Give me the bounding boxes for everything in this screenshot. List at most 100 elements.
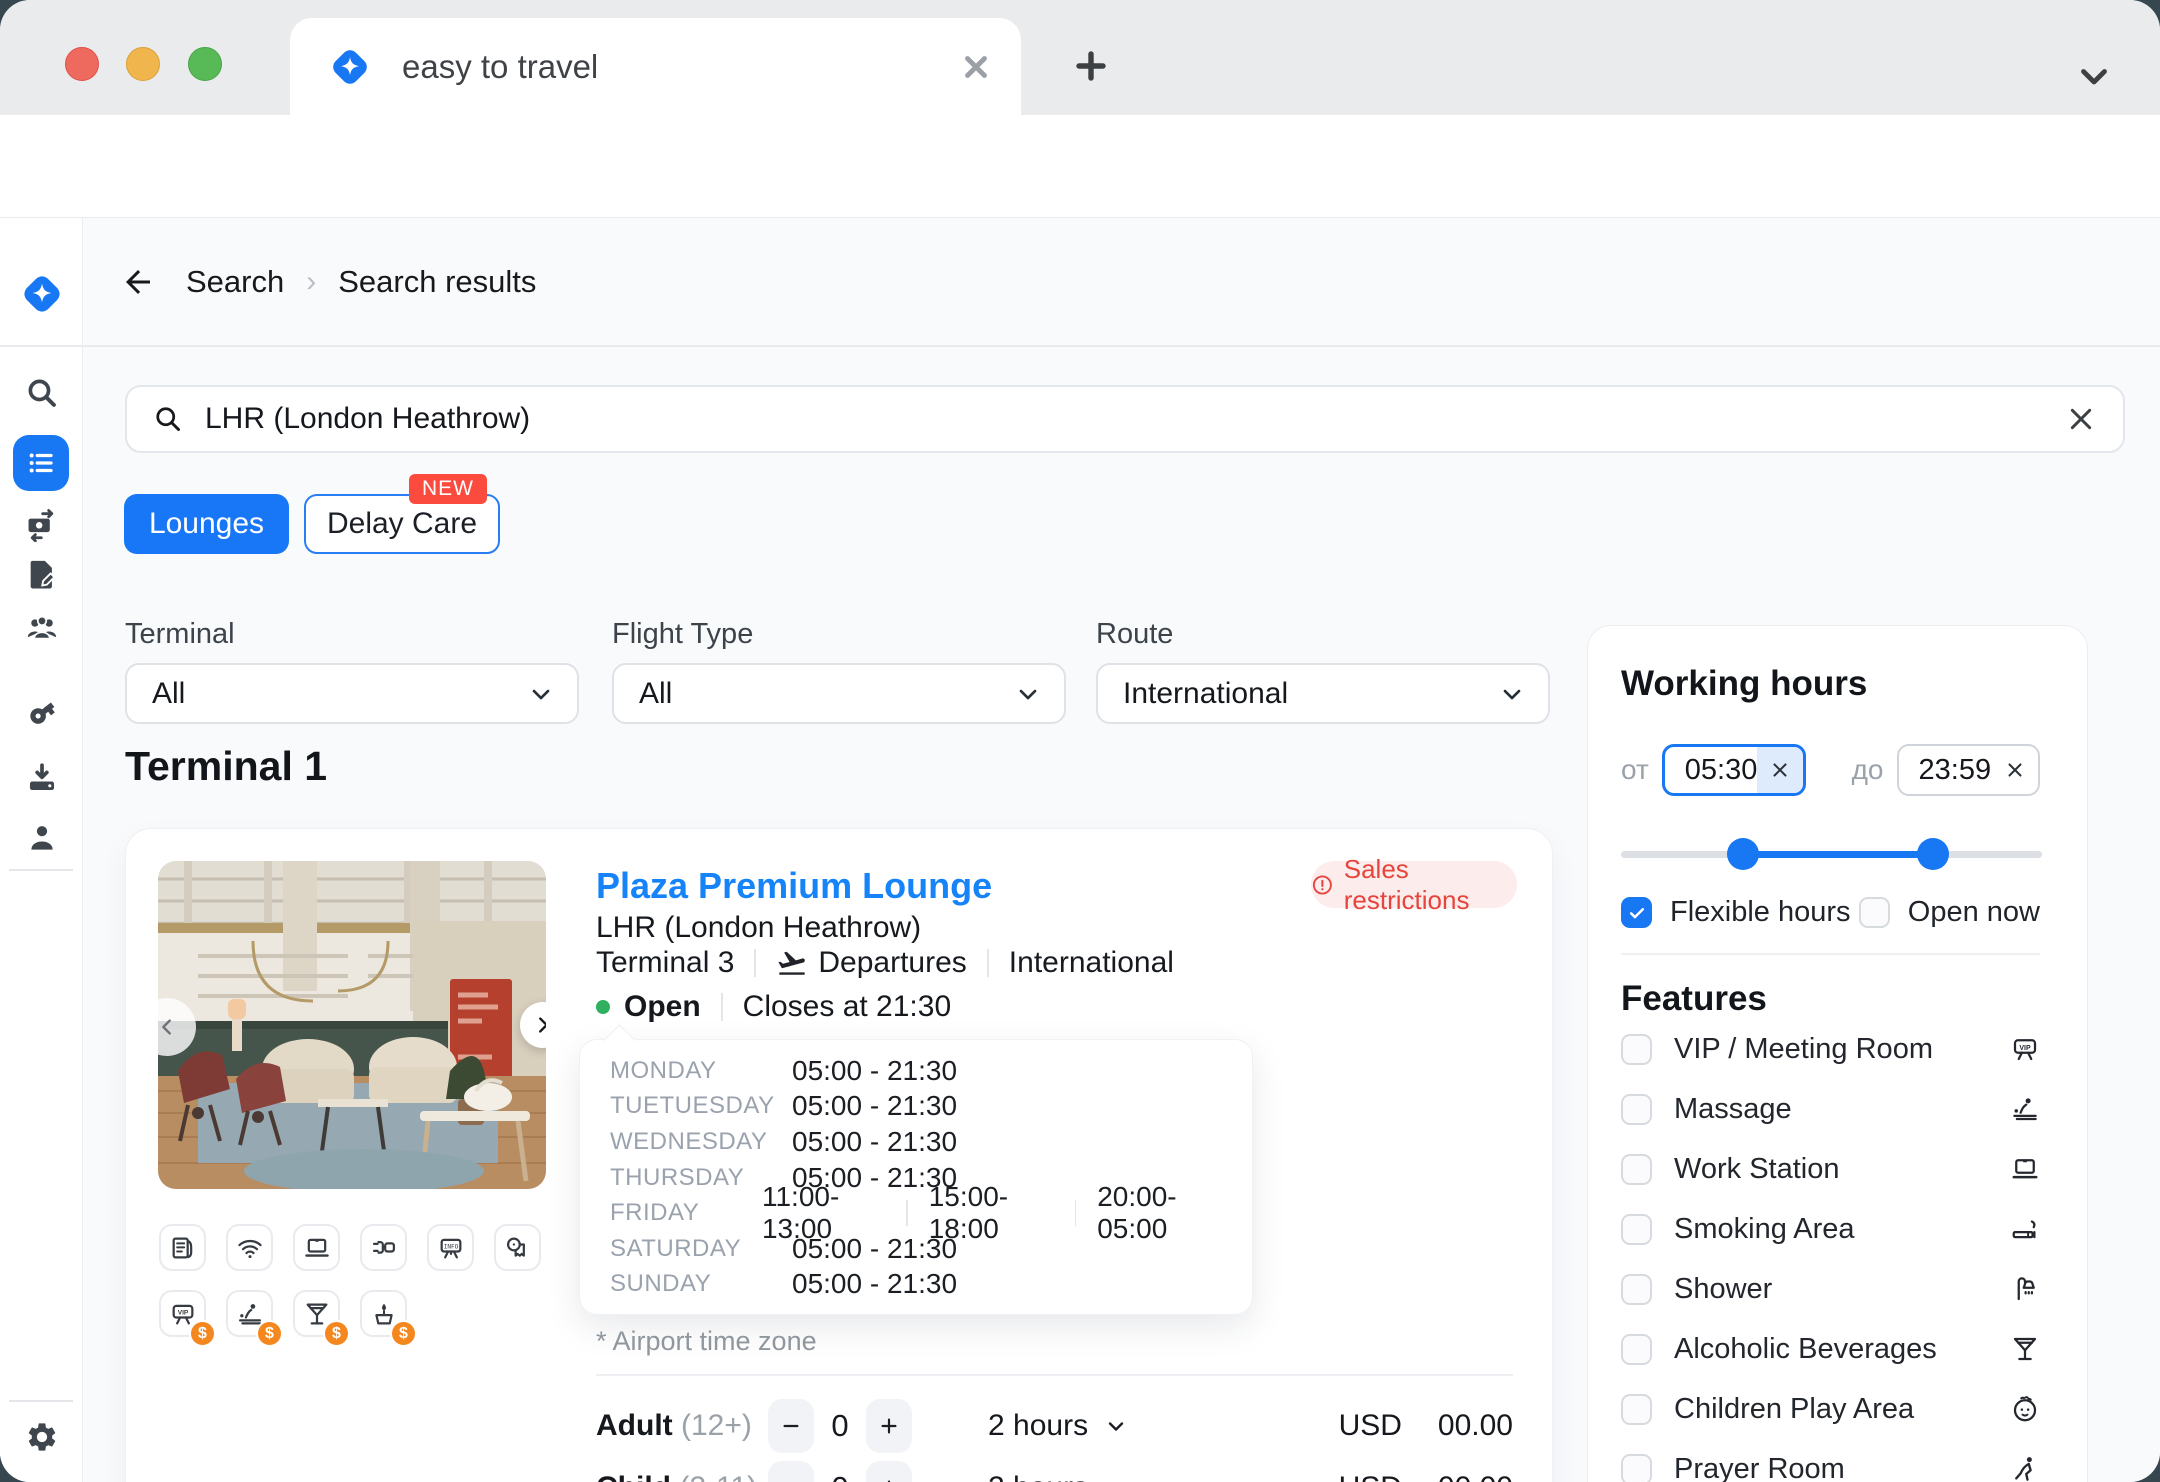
feature-prayer-room: Prayer Room [1621, 1439, 2040, 1482]
paid-badge: $ [390, 1320, 417, 1347]
paid-badge: $ [189, 1320, 216, 1347]
feature-checkbox[interactable] [1621, 1273, 1652, 1305]
hours-row: SUNDAY 05:00 - 21:30 [580, 1267, 1252, 1303]
feature-checkbox[interactable] [1621, 1453, 1652, 1482]
app-sidebar [0, 218, 83, 1482]
sidebar-divider [9, 1400, 73, 1402]
feature-label: Prayer Room [1674, 1452, 1845, 1482]
adult-plus-button[interactable] [866, 1399, 912, 1453]
info-board-icon: INFO [427, 1224, 474, 1271]
cocktail-icon [2010, 1334, 2040, 1364]
sidebar-item-downloads[interactable] [0, 761, 83, 795]
route-select[interactable]: International [1096, 663, 1550, 724]
feature-label: Work Station [1674, 1152, 1840, 1185]
working-hours-title: Working hours [1621, 664, 1868, 703]
vip-room-icon: VIP $ [159, 1290, 216, 1347]
feature-label: VIP / Meeting Room [1674, 1032, 1933, 1065]
sidebar-item-transactions[interactable] [0, 508, 83, 542]
sidebar-item-results-active[interactable] [13, 435, 69, 491]
clear-from-time-icon[interactable] [1756, 747, 1803, 793]
hours-row: TUETUESDAY 05:00 - 21:30 [580, 1089, 1252, 1125]
browser-tab[interactable]: easy to travel [290, 18, 1021, 115]
flexible-hours-checkbox[interactable] [1621, 897, 1652, 928]
flight-type-select[interactable]: All [612, 663, 1066, 724]
adult-minus-button[interactable] [768, 1399, 814, 1453]
close-window-button[interactable] [65, 47, 99, 81]
feature-checkbox[interactable] [1621, 1033, 1652, 1065]
closes-at-label: Closes at 21:30 [742, 990, 952, 1023]
warning-icon [1312, 875, 1332, 894]
feature-checkbox[interactable] [1621, 1213, 1652, 1245]
paid-badge: $ [256, 1320, 283, 1347]
time-range-slider[interactable] [1621, 838, 2042, 870]
sidebar-item-documents[interactable] [0, 558, 83, 592]
terminal-select-value: All [152, 676, 186, 710]
child-age: (2-11) [679, 1471, 757, 1482]
feature-label: Smoking Area [1674, 1212, 1855, 1245]
lounge-photo [158, 861, 546, 1189]
terminal-select[interactable]: All [125, 663, 579, 724]
clear-search-icon[interactable] [2065, 403, 2097, 435]
clear-to-time-icon[interactable] [1992, 746, 2038, 794]
header-divider [0, 345, 2160, 347]
feature-label: Alcoholic Beverages [1674, 1332, 1937, 1365]
page-title: Terminal 1 [125, 743, 328, 789]
chevron-down-icon [1104, 1476, 1128, 1482]
svg-text:VIP: VIP [2019, 1045, 2031, 1052]
feature-label: Massage [1674, 1092, 1792, 1125]
tab-delay-care[interactable]: Delay Care NEW [304, 474, 500, 554]
sidebar-item-access-keys[interactable] [0, 696, 83, 730]
from-time-input[interactable]: 05:30 [1661, 744, 1806, 796]
child-price: USD 00.00 [1339, 1471, 1513, 1482]
feature-checkbox[interactable] [1621, 1093, 1652, 1125]
feature-checkbox[interactable] [1621, 1393, 1652, 1425]
sidebar-item-clients[interactable] [0, 611, 83, 645]
chevron-down-icon [1108, 1422, 1124, 1431]
breadcrumb-search[interactable]: Search [186, 264, 284, 300]
adult-amount: 00.00 [1437, 1409, 1513, 1442]
spa-candle-icon: $ [360, 1290, 417, 1347]
route-select-value: International [1123, 676, 1289, 710]
terminal-filter-label: Terminal [125, 618, 235, 650]
breadcrumb-back-icon[interactable] [120, 264, 156, 300]
lounge-photo-carousel[interactable] [158, 861, 546, 1189]
airport-search-input[interactable]: LHR (London Heathrow) [125, 385, 2125, 453]
child-label-text: Child [596, 1471, 671, 1482]
child-label: Child (2-11) [596, 1471, 768, 1482]
slider-handle-to[interactable] [1917, 838, 1949, 870]
child-duration-select[interactable]: 2 hours [988, 1471, 1128, 1482]
adult-duration-select[interactable]: 2 hours [988, 1409, 1128, 1443]
settings-gear-icon[interactable] [0, 1420, 83, 1454]
tab-close-icon[interactable] [959, 50, 993, 84]
minimize-window-button[interactable] [126, 47, 160, 81]
meta-divider [754, 949, 757, 977]
lounge-name-link[interactable]: Plaza Premium Lounge [596, 865, 992, 907]
cigarette-icon [2010, 1214, 2040, 1244]
child-plus-button[interactable] [866, 1461, 912, 1482]
feature-shower: Shower [1621, 1259, 2040, 1319]
app-logo-icon[interactable] [0, 271, 83, 317]
tab-list-chevron-icon[interactable] [2076, 58, 2112, 94]
child-minus-button[interactable] [768, 1461, 814, 1482]
open-status-label: Open [624, 990, 701, 1023]
search-icon [156, 407, 180, 431]
hours-day: TUETUESDAY [610, 1092, 775, 1120]
open-now-label: Open now [1907, 896, 2040, 928]
tab-lounges[interactable]: Lounges [124, 494, 289, 554]
open-status-dot [596, 1000, 610, 1014]
working-hours-popover: MONDAY 05:00 - 21:30 TUETUESDAY 05:00 - 21… [579, 1039, 1253, 1315]
open-now-checkbox[interactable] [1858, 897, 1890, 928]
zoom-window-button[interactable] [188, 47, 222, 81]
sales-restrictions-badge[interactable]: Sales restrictions [1311, 854, 1517, 915]
to-time-input[interactable]: 23:59 [1896, 744, 2040, 796]
lounge-airport: LHR (London Heathrow) [596, 911, 922, 944]
breadcrumb-search-results: Search results [338, 263, 537, 299]
feature-checkbox[interactable] [1621, 1333, 1652, 1365]
new-tab-icon[interactable] [1073, 48, 1109, 84]
massage-icon [2010, 1094, 2040, 1124]
feature-checkbox[interactable] [1621, 1153, 1652, 1185]
slider-handle-from[interactable] [1727, 838, 1759, 870]
sidebar-item-profile[interactable] [0, 821, 83, 855]
sidebar-item-search[interactable] [0, 376, 83, 410]
hours-day: SUNDAY [610, 1270, 712, 1298]
